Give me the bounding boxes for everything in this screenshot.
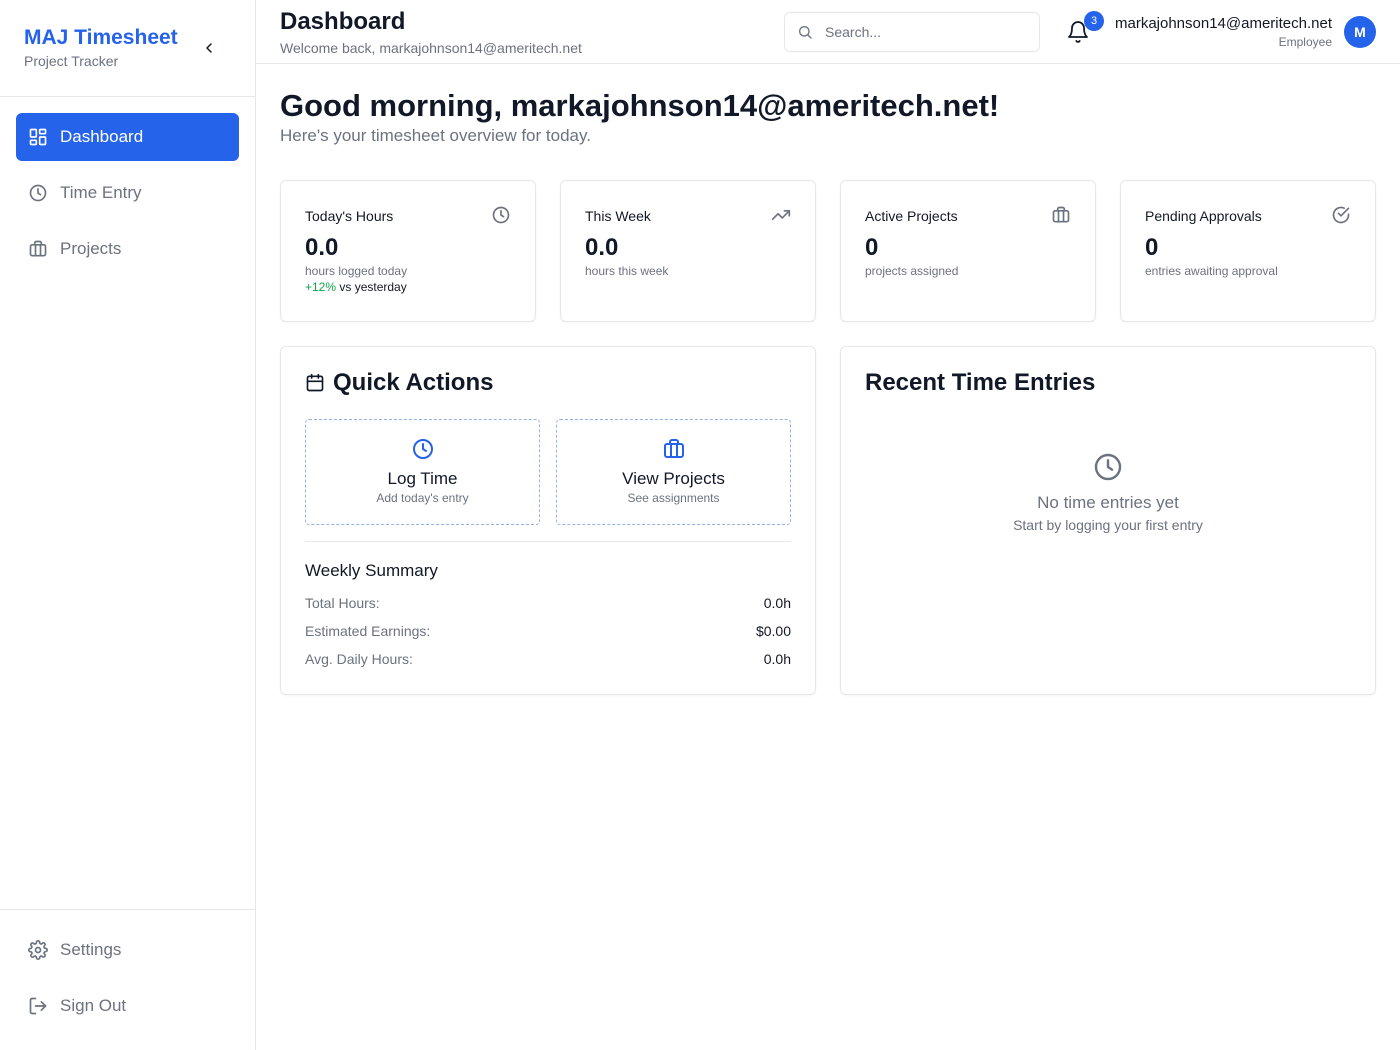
sidebar-item-time-entry[interactable]: Time Entry (16, 169, 239, 217)
top-header: Dashboard Welcome back, markajohnson14@a… (256, 0, 1400, 64)
summary-row-total-hours: Total Hours: 0.0h (305, 595, 791, 615)
sidebar-item-sign-out[interactable]: Sign Out (16, 982, 239, 1030)
recent-entries-panel: Recent Time Entries No time entries yet … (840, 346, 1376, 695)
divider (305, 541, 791, 542)
stat-value: 0.0 (305, 234, 339, 261)
summary-value: 0.0h (763, 651, 791, 667)
sidebar-item-label: Settings (60, 940, 122, 959)
stat-trend: +12% vs yesterday (305, 280, 511, 294)
view-projects-label: View Projects (622, 469, 725, 488)
summary-value: $0.00 (755, 623, 791, 639)
weekly-summary-title: Weekly Summary (305, 561, 438, 580)
clock-icon (28, 183, 48, 203)
view-projects-button[interactable]: View Projects See assignments (556, 419, 791, 525)
trend-value: +12% (305, 280, 337, 294)
log-time-button[interactable]: Log Time Add today's entry (305, 419, 540, 525)
sidebar-item-dashboard[interactable]: Dashboard (16, 113, 239, 161)
sidebar: MAJ Timesheet Project Tracker Dashboard … (0, 0, 256, 1050)
calendar-icon (305, 373, 325, 393)
greeting-subtitle: Here's your timesheet overview for today… (280, 126, 591, 145)
page-title: Dashboard (280, 8, 406, 35)
stat-value: 0 (865, 234, 879, 261)
stat-note: projects assigned (865, 264, 959, 278)
summary-label: Total Hours: (305, 595, 380, 611)
stat-card-active-projects: Active Projects 0 projects assigned (840, 180, 1096, 322)
stat-card-pending-approvals: Pending Approvals 0 entries awaiting app… (1120, 180, 1376, 322)
user-role: Employee (1278, 35, 1332, 49)
check-circle-icon (1332, 206, 1350, 224)
sidebar-item-label: Sign Out (60, 996, 127, 1015)
stat-label: Pending Approvals (1145, 208, 1262, 224)
layout-grid-icon (28, 127, 48, 147)
search-icon (799, 26, 812, 39)
sidebar-item-label: Projects (60, 239, 122, 258)
briefcase-icon (1052, 206, 1070, 223)
notification-badge: 3 (1084, 11, 1104, 31)
briefcase-icon (28, 239, 48, 259)
summary-row-estimated-earnings: Estimated Earnings: $0.00 (305, 623, 791, 643)
stat-card-todays-hours: Today's Hours 0.0 hours logged today +12… (280, 180, 536, 322)
sidebar-item-label: Dashboard (60, 127, 144, 146)
summary-label: Avg. Daily Hours: (305, 651, 413, 667)
empty-state-title: No time entries yet (1037, 493, 1179, 512)
view-projects-subtitle: See assignments (627, 491, 720, 505)
empty-state: No time entries yet Start by logging you… (841, 451, 1375, 533)
avatar[interactable]: M (1344, 16, 1376, 48)
sidebar-footer: Settings Sign Out (0, 909, 255, 1050)
trending-up-icon (771, 210, 791, 220)
stat-label: Today's Hours (305, 208, 394, 224)
log-time-label: Log Time (387, 469, 458, 488)
clock-icon (1094, 453, 1122, 481)
clock-icon (492, 206, 510, 224)
summary-value: 0.0h (763, 595, 791, 611)
clock-icon (412, 439, 433, 459)
sidebar-nav: Dashboard Time Entry Projects (0, 97, 255, 297)
stat-note: entries awaiting approval (1145, 264, 1278, 278)
user-email: markajohnson14@ameritech.net (1114, 15, 1332, 32)
stat-label: This Week (585, 208, 651, 224)
chevron-left-icon (206, 43, 212, 53)
sidebar-item-settings[interactable]: Settings (16, 926, 239, 974)
sidebar-item-label: Time Entry (60, 183, 142, 202)
stat-note: hours this week (585, 264, 669, 278)
stat-card-this-week: This Week 0.0 hours this week (560, 180, 816, 322)
sign-out-icon (28, 996, 48, 1016)
trend-text: vs yesterday (339, 280, 407, 294)
collapse-sidebar-button[interactable] (199, 38, 219, 58)
empty-state-subtitle: Start by logging your first entry (1013, 517, 1203, 533)
stat-note: hours logged today (305, 264, 408, 278)
search-input[interactable] (825, 24, 1025, 40)
briefcase-icon (663, 439, 684, 458)
stat-label: Active Projects (865, 208, 958, 224)
log-time-subtitle: Add today's entry (376, 491, 469, 505)
gear-icon (28, 940, 48, 960)
quick-actions-heading: Quick Actions (305, 369, 493, 397)
summary-label: Estimated Earnings: (305, 623, 431, 639)
quick-actions-panel: Quick Actions Log Time Add today's entry… (280, 346, 816, 695)
brand: MAJ Timesheet Project Tracker (0, 0, 255, 97)
stat-value: 0 (1145, 234, 1159, 261)
recent-entries-title: Recent Time Entries (865, 369, 1096, 396)
greeting-heading: Good morning, markajohnson14@ameritech.n… (280, 88, 1000, 123)
summary-row-avg-daily-hours: Avg. Daily Hours: 0.0h (305, 651, 791, 671)
stat-value: 0.0 (585, 234, 619, 261)
quick-actions-title: Quick Actions (333, 369, 494, 396)
search-box[interactable] (784, 12, 1040, 52)
sidebar-item-projects[interactable]: Projects (16, 225, 239, 273)
welcome-text: Welcome back, markajohnson14@ameritech.n… (280, 40, 582, 56)
